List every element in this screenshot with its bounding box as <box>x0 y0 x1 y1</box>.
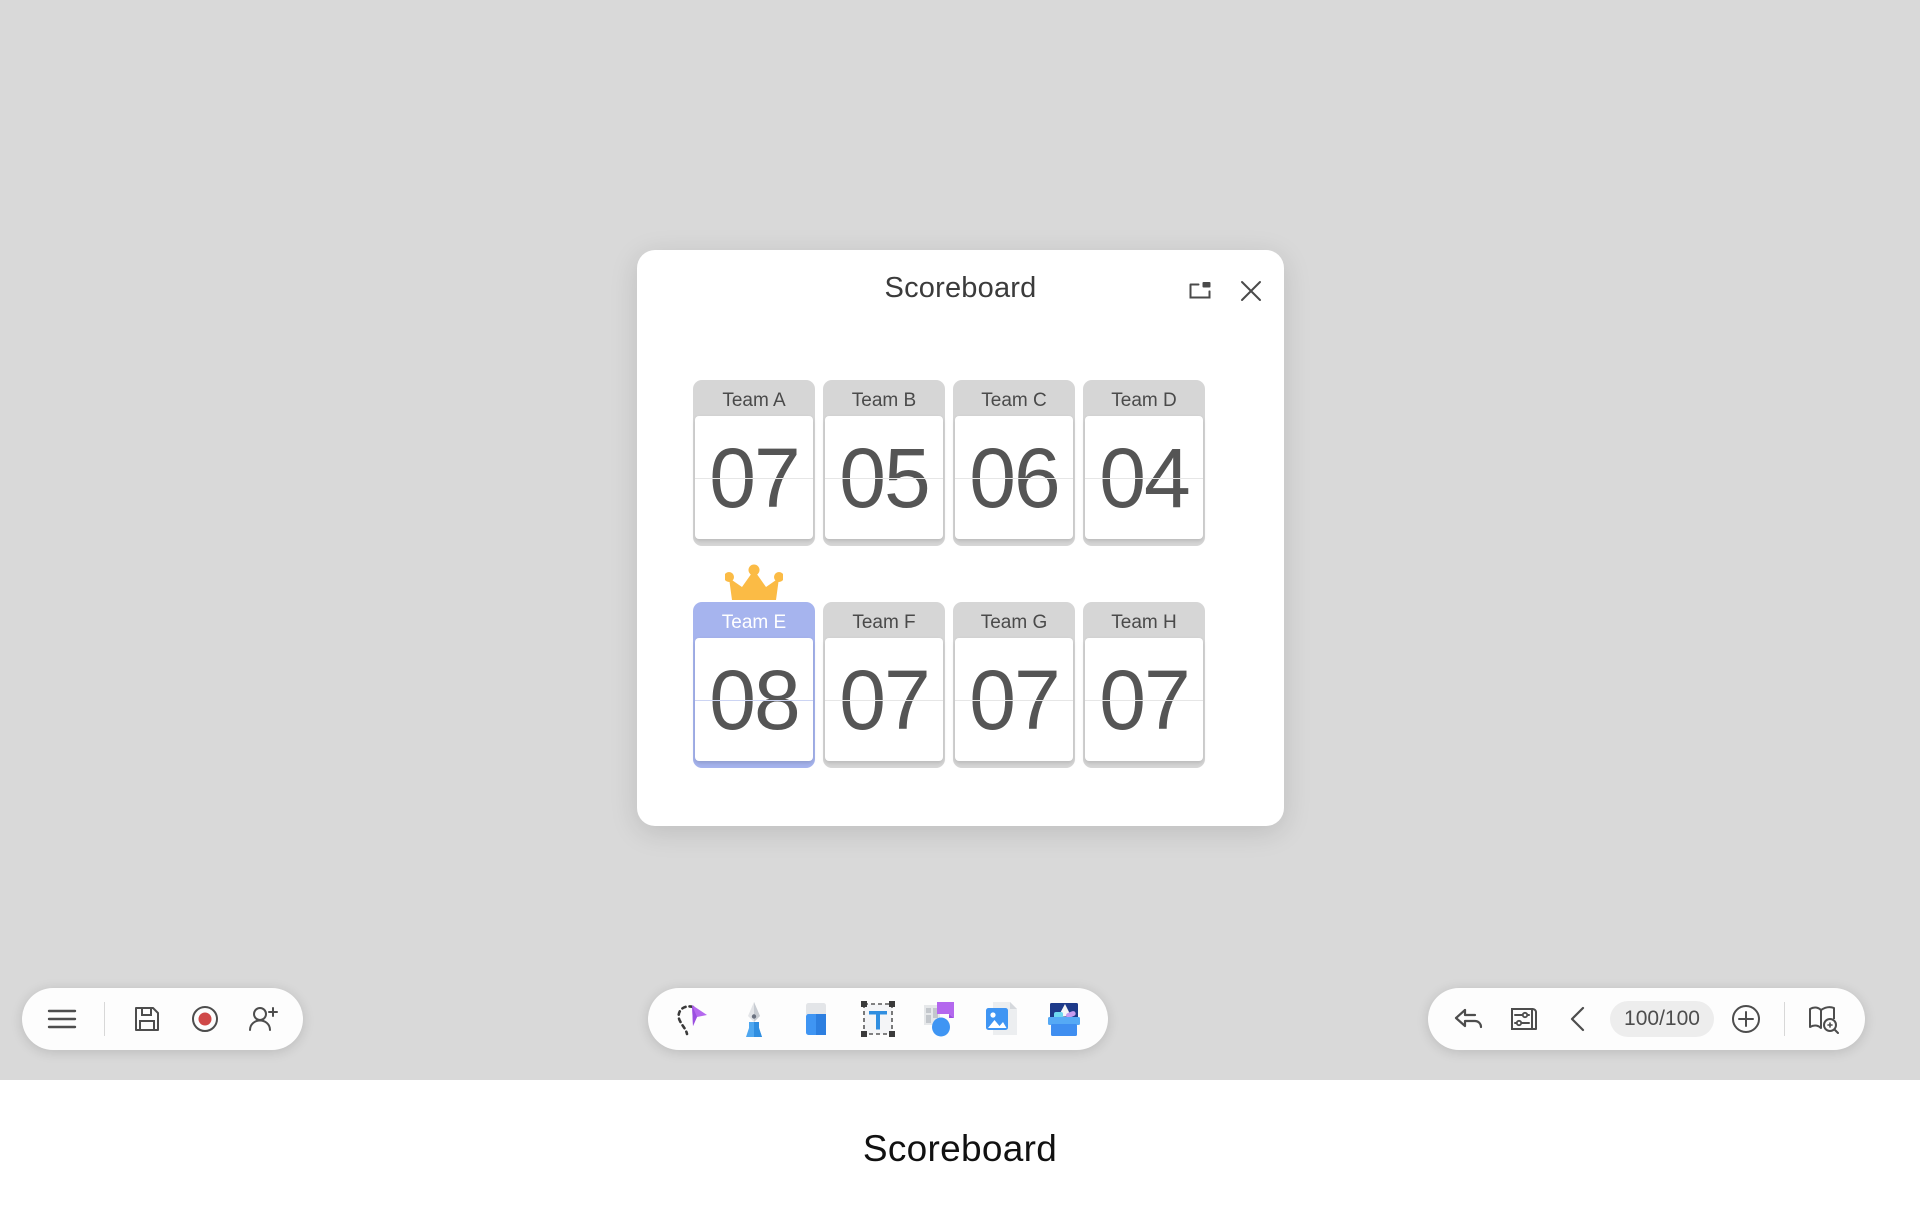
page-settings-button[interactable] <box>1502 997 1546 1041</box>
score-flip-card[interactable]: 07 <box>1085 638 1203 761</box>
teams-grid: Team A 07 Team B 05 Team C 06 Team D 04 … <box>693 380 1229 768</box>
score-value: 07 <box>1099 652 1190 747</box>
more-tools-button[interactable] <box>1042 997 1086 1041</box>
page-overview-icon <box>1807 1004 1839 1034</box>
score-flip-card[interactable]: 07 <box>955 638 1073 761</box>
team-card-h[interactable]: Team H 07 <box>1083 602 1205 768</box>
team-name: Team C <box>981 390 1047 411</box>
eraser-tool-button[interactable] <box>794 997 838 1041</box>
team-name: Team E <box>721 612 787 633</box>
page-caption-bar: Scoreboard <box>0 1080 1920 1218</box>
toolbar-divider <box>104 1002 105 1036</box>
score-value: 07 <box>709 430 800 525</box>
team-card-a[interactable]: Team A 07 <box>693 380 815 546</box>
close-icon <box>1239 279 1263 303</box>
whiteboard-canvas[interactable]: Scoreboard Team A 07 Team B 05 Team C 06… <box>0 0 1920 1080</box>
team-card-c[interactable]: Team C 06 <box>953 380 1075 546</box>
team-card-e[interactable]: Team E 08 <box>693 564 815 768</box>
score-value: 08 <box>709 652 800 747</box>
score-value: 07 <box>839 652 930 747</box>
image-tool-button[interactable] <box>980 997 1024 1041</box>
page-toolbar: 100/100 <box>1428 988 1865 1050</box>
text-tool-button[interactable] <box>856 997 900 1041</box>
popout-window-icon <box>1188 280 1214 302</box>
close-button[interactable] <box>1234 274 1268 308</box>
pen-tool-button[interactable] <box>732 997 776 1041</box>
prev-page-button[interactable] <box>1556 997 1600 1041</box>
team-row: Team A 07 Team B 05 Team C 06 Team D 04 <box>693 380 1229 546</box>
undo-button[interactable] <box>1448 997 1492 1041</box>
shapes-icon <box>919 998 961 1040</box>
chevron-left-icon <box>1569 1006 1587 1032</box>
eraser-icon <box>795 998 837 1040</box>
team-name: Team D <box>1111 390 1177 411</box>
popout-window-button[interactable] <box>1184 274 1218 308</box>
page-title: Scoreboard <box>862 1128 1058 1169</box>
add-user-icon <box>248 1005 278 1033</box>
score-flip-card[interactable]: 04 <box>1085 416 1203 539</box>
page-settings-icon <box>1509 1005 1539 1033</box>
score-flip-card[interactable]: 08 <box>695 638 813 761</box>
page-overview-button[interactable] <box>1801 997 1845 1041</box>
undo-arrow-icon <box>1454 1006 1486 1032</box>
toolbox-icon <box>1043 998 1085 1040</box>
team-row: Team E 08 Team F 07 Team G 07 Team H 07 <box>693 564 1229 768</box>
team-name: Team F <box>852 612 916 633</box>
tools-toolbar <box>648 988 1108 1050</box>
menu-button[interactable] <box>40 997 84 1041</box>
hamburger-menu-icon <box>47 1008 77 1030</box>
save-button[interactable] <box>125 997 169 1041</box>
save-floppy-icon <box>133 1005 161 1033</box>
plus-circle-icon <box>1731 1004 1761 1034</box>
score-value: 04 <box>1099 430 1190 525</box>
record-icon <box>191 1005 219 1033</box>
toolbar-divider <box>1784 1002 1785 1036</box>
scoreboard-dialog: Scoreboard Team A 07 Team B 05 Team C 06… <box>637 250 1284 826</box>
score-flip-card[interactable]: 06 <box>955 416 1073 539</box>
team-card-g[interactable]: Team G 07 <box>953 602 1075 768</box>
score-flip-card[interactable]: 07 <box>825 638 943 761</box>
score-value: 05 <box>839 430 930 525</box>
team-name: Team A <box>722 390 786 411</box>
score-flip-card[interactable]: 07 <box>695 416 813 539</box>
team-name: Team G <box>980 612 1048 633</box>
score-flip-card[interactable]: 05 <box>825 416 943 539</box>
page-indicator[interactable]: 100/100 <box>1610 1001 1714 1037</box>
add-page-button[interactable] <box>1724 997 1768 1041</box>
team-name: Team B <box>851 390 917 411</box>
crown-icon <box>724 564 784 606</box>
pen-icon <box>733 998 775 1040</box>
left-toolbar <box>22 988 303 1050</box>
score-value: 07 <box>969 652 1060 747</box>
team-card-d[interactable]: Team D 04 <box>1083 380 1205 546</box>
score-value: 06 <box>969 430 1060 525</box>
team-card-b[interactable]: Team B 05 <box>823 380 945 546</box>
select-tool-button[interactable] <box>670 997 714 1041</box>
team-name: Team H <box>1111 612 1177 633</box>
shapes-tool-button[interactable] <box>918 997 962 1041</box>
lasso-select-icon <box>671 998 713 1040</box>
team-card-f[interactable]: Team F 07 <box>823 602 945 768</box>
record-button[interactable] <box>183 997 227 1041</box>
dialog-header: Scoreboard <box>637 250 1284 328</box>
image-insert-icon <box>981 998 1023 1040</box>
text-tool-icon <box>857 998 899 1040</box>
add-user-button[interactable] <box>241 997 285 1041</box>
